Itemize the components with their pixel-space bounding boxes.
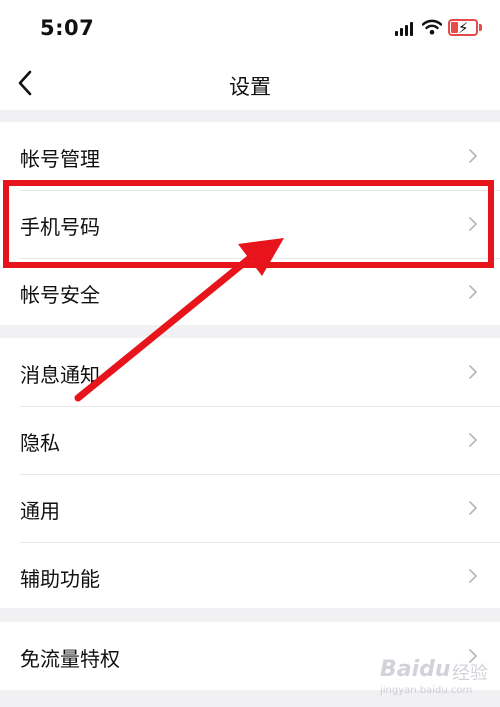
settings-item-label: 消息通知 <box>20 363 100 387</box>
nav-bar: 设置 <box>0 58 500 110</box>
settings-item-label: 帐号管理 <box>20 147 100 171</box>
chevron-right-icon <box>469 569 477 583</box>
settings-item-label: 辅助功能 <box>20 567 100 591</box>
battery-nub <box>479 24 482 31</box>
settings-item-general[interactable]: 通用 <box>0 474 500 542</box>
status-bar: 5:07 ⚡ <box>0 0 500 58</box>
page-title: 设置 <box>229 75 271 99</box>
settings-item-phone-number[interactable]: 手机号码 <box>0 190 500 258</box>
chevron-right-icon <box>469 365 477 379</box>
watermark-brand-cn: 经验 <box>452 663 488 684</box>
settings-item-label: 免流量特权 <box>20 647 120 671</box>
chevron-right-icon <box>469 433 477 447</box>
settings-item-privacy[interactable]: 隐私 <box>0 406 500 474</box>
settings-item-label: 帐号安全 <box>20 283 100 307</box>
chevron-right-icon <box>469 217 477 231</box>
settings-item-notifications[interactable]: 消息通知 <box>0 338 500 406</box>
settings-group-general: 消息通知 隐私 通用 辅助功能 <box>0 338 500 608</box>
settings-item-label: 手机号码 <box>20 215 100 239</box>
chevron-right-icon <box>469 149 477 163</box>
settings-item-label: 通用 <box>20 499 60 523</box>
watermark-brand: Baidu <box>380 657 451 682</box>
battery-charging-icon: ⚡ <box>448 19 478 37</box>
chevron-right-icon <box>469 501 477 515</box>
cellular-signal-icon <box>395 22 415 36</box>
chevron-right-icon <box>469 285 477 299</box>
wifi-icon <box>422 19 442 35</box>
settings-item-label: 隐私 <box>20 431 60 455</box>
watermark-url: jingyan.baidu.com <box>380 685 473 696</box>
status-time: 5:07 <box>40 16 95 40</box>
settings-item-account-security[interactable]: 帐号安全 <box>0 258 500 326</box>
settings-group-account: 帐号管理 手机号码 帐号安全 <box>0 122 500 325</box>
settings-item-accessibility[interactable]: 辅助功能 <box>0 542 500 610</box>
baidu-jingyan-watermark: Baidu 经验 jingyan.baidu.com <box>380 655 498 701</box>
settings-item-account-management[interactable]: 帐号管理 <box>0 122 500 190</box>
